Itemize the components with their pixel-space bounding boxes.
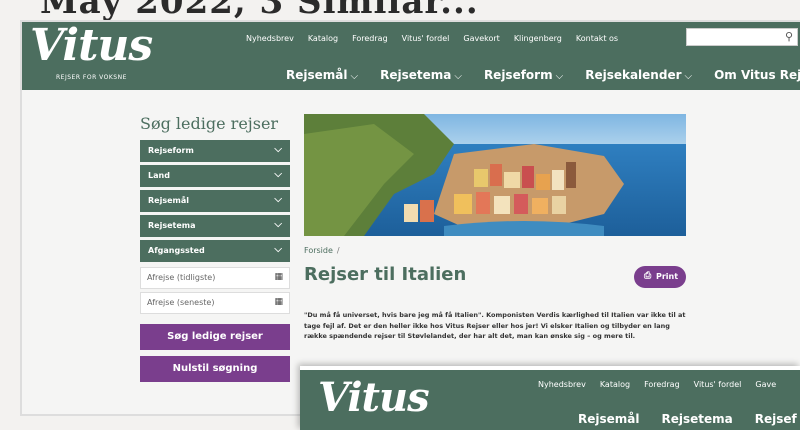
chevron-down-icon: ⌵ (350, 71, 359, 82)
utility-nav: Nyhedsbrev Katalog Foredrag Vitus' forde… (246, 34, 618, 43)
date-from-label: Afrejse (tidligste) (147, 273, 216, 282)
chevron-down-icon: ⌵ (684, 71, 693, 82)
mainnav-label: Rejsetema (380, 68, 452, 82)
overlay-mainnav-item: Rejsetema (661, 412, 733, 426)
chevron-down-icon: ⌵ (274, 169, 282, 180)
vitus-logo[interactable]: Vitus REJSER FOR VOKSNE (30, 20, 153, 86)
mainnav-label: Rejsemål (286, 68, 348, 82)
filter-rejseform[interactable]: Rejseform ⌵ (140, 140, 290, 162)
chevron-down-icon: ⌵ (555, 71, 564, 82)
overlay-header: Vitus Nyhedsbrev Katalog Foredrag Vitus'… (300, 370, 800, 430)
breadcrumb: Forside / (304, 246, 340, 255)
overlay-mainnav-item: Rejsemål (578, 412, 640, 426)
mainnav-rejseform[interactable]: Rejseform ⌵ (484, 68, 563, 82)
main-nav: Rejsemål ⌵ Rejsetema ⌵ Rejseform ⌵ Rejsekal… (286, 68, 800, 82)
chevron-down-icon: ⌵ (274, 144, 282, 155)
date-from-field[interactable]: Afrejse (tidligste) ▦ (140, 267, 290, 289)
overlay-logo: Vitus (318, 374, 430, 421)
mainnav-rejsekalender[interactable]: Rejsekalender ⌵ (585, 68, 692, 82)
overlay-topnav-item: Gave (755, 380, 777, 389)
date-to-field[interactable]: Afrejse (seneste) ▦ (140, 292, 290, 314)
chevron-down-icon: ⌵ (274, 244, 282, 255)
topnav-item-klingenberg[interactable]: Klingenberg (514, 34, 562, 43)
overlay-mainnav-item: Rejsef (754, 412, 797, 426)
filter-label: Land (148, 171, 170, 180)
mainnav-label: Rejseform (483, 68, 553, 82)
overlay-utility-nav: Nyhedsbrev Katalog Foredrag Vitus' forde… (538, 380, 776, 389)
filter-land[interactable]: Land ⌵ (140, 165, 290, 187)
topnav-item-nyhedsbrev[interactable]: Nyhedsbrev (246, 34, 294, 43)
mainnav-rejsetema[interactable]: Rejsetema ⌵ (380, 68, 462, 82)
calendar-icon[interactable]: ▦ (274, 297, 283, 307)
reset-button[interactable]: Nulstil søgning (140, 356, 290, 382)
calendar-icon[interactable]: ▦ (274, 272, 283, 282)
overlay-main-nav: Rejsemål Rejsetema Rejsef (578, 412, 797, 426)
topnav-item-gavekort[interactable]: Gavekort (463, 34, 499, 43)
topnav-item-kontakt[interactable]: Kontakt os (576, 34, 618, 43)
mainnav-rejsemal[interactable]: Rejsemål ⌵ (286, 68, 358, 82)
hero-illustration (304, 114, 686, 236)
search-icon[interactable]: ⚲ (785, 30, 793, 43)
background-heading-fragment: May 2022, 3 Similar... (40, 0, 479, 22)
filter-label: Rejsetema (148, 221, 196, 230)
print-label: Print (656, 272, 679, 281)
website-screenshot: Vitus REJSER FOR VOKSNE Nyhedsbrev Katal… (22, 20, 800, 414)
site-header: Vitus REJSER FOR VOKSNE Nyhedsbrev Katal… (22, 20, 800, 90)
breadcrumb-home[interactable]: Forside (304, 246, 333, 255)
page-title: Rejser til Italien (304, 264, 467, 285)
mainnav-label: Om Vitus Rejser (714, 68, 800, 82)
overlapping-screenshot: Vitus Nyhedsbrev Katalog Foredrag Vitus'… (300, 366, 800, 430)
overlay-topnav-item: Foredrag (644, 380, 680, 389)
date-to-label: Afrejse (seneste) (147, 298, 215, 307)
chevron-down-icon: ⌵ (274, 194, 282, 205)
filter-label: Afgangssted (148, 246, 205, 255)
topnav-item-vitus-fordel[interactable]: Vitus' fordel (402, 34, 450, 43)
overlay-topnav-item: Katalog (599, 380, 631, 389)
topnav-item-katalog[interactable]: Katalog (308, 34, 338, 43)
breadcrumb-separator: / (336, 246, 340, 255)
topnav-item-foredrag[interactable]: Foredrag (352, 34, 388, 43)
intro-paragraph: "Du må få universet, hvis bare jeg må få… (304, 311, 686, 340)
filter-rejsemal[interactable]: Rejsemål ⌵ (140, 190, 290, 212)
chevron-down-icon: ⌵ (274, 219, 282, 230)
logo-wordmark: Vitus (30, 20, 153, 71)
logo-tagline: REJSER FOR VOKSNE (56, 74, 127, 81)
search-panel-title: Søg ledige rejser (140, 114, 279, 133)
hero-image-cinque-terre (304, 114, 686, 236)
filter-label: Rejsemål (148, 196, 189, 205)
overlay-topnav-item: Vitus' fordel (693, 380, 742, 389)
filter-label: Rejseform (148, 146, 194, 155)
filter-rejsetema[interactable]: Rejsetema ⌵ (140, 215, 290, 237)
printer-icon: ⎙ (644, 271, 652, 281)
search-button[interactable]: Søg ledige rejser (140, 324, 290, 350)
print-button[interactable]: ⎙ Print (634, 266, 686, 288)
mainnav-om-vitus[interactable]: Om Vitus Rejser⌵ (714, 68, 800, 82)
overlay-topnav-item: Nyhedsbrev (538, 380, 586, 389)
filter-afgangssted[interactable]: Afgangssted ⌵ (140, 240, 290, 262)
search-input[interactable]: ⚲ (686, 28, 798, 46)
chevron-down-icon: ⌵ (454, 71, 462, 82)
mainnav-label: Rejsekalender (585, 68, 682, 82)
